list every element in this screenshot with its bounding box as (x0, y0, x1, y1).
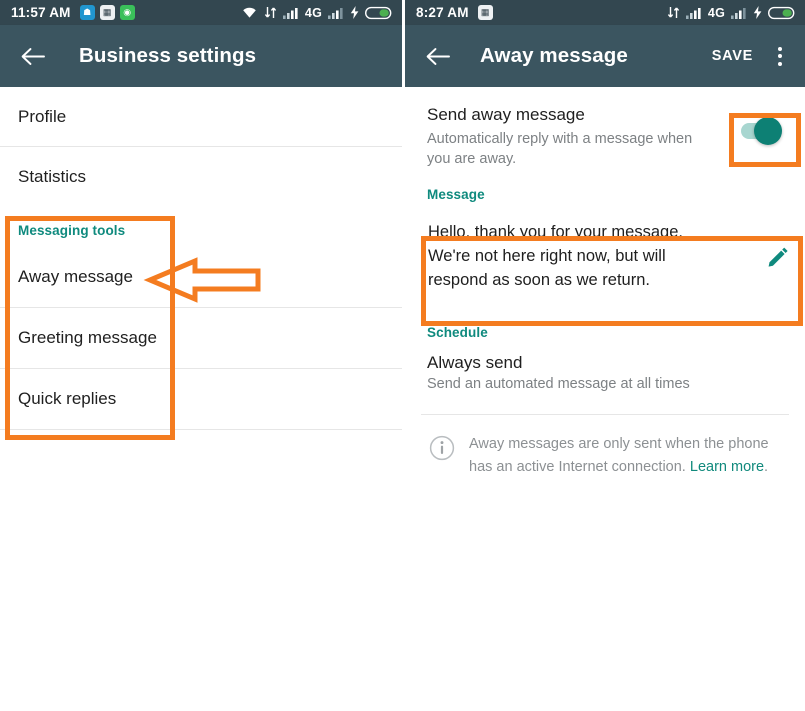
news-icon: ▦ (99, 5, 115, 20)
network-type-label: 4G (304, 5, 322, 20)
toggle-knob (754, 117, 782, 145)
pencil-icon[interactable] (761, 246, 795, 268)
send-away-message-title: Send away message (427, 105, 585, 124)
right-app-bar: Away message SAVE (405, 25, 805, 87)
send-away-message-toggle[interactable] (729, 109, 791, 153)
data-transfer-icon (264, 6, 277, 19)
away-message-body: Hello, thank you for your message. We're… (428, 223, 683, 289)
divider (0, 429, 402, 430)
footer-text-end: . (764, 459, 769, 476)
kebab-menu-icon[interactable] (769, 41, 791, 71)
data-transfer-icon (667, 6, 680, 19)
list-item-label: Profile (18, 106, 67, 126)
wallet-icon: ☗ (79, 5, 95, 20)
footer-note: Away messages are only sent when the pho… (405, 415, 805, 480)
network-type-label: 4G (707, 5, 725, 20)
sidebar-item-quick-replies[interactable]: Quick replies (0, 369, 402, 429)
back-arrow-icon[interactable] (423, 41, 453, 71)
footer-text: Away messages are only sent when the pho… (469, 433, 787, 480)
charging-bolt-icon (350, 6, 359, 19)
back-arrow-icon[interactable] (18, 41, 48, 71)
battery-icon (365, 6, 393, 20)
toggle-track (741, 117, 782, 145)
android-icon: ◉ (119, 5, 135, 20)
section-header-messaging-tools: Messaging tools (18, 223, 126, 238)
section-header-message: Message (427, 187, 485, 202)
status-right-icons: 4G (241, 6, 393, 20)
dual-phone-screenshot: 11:57 AM ☗ ▦ ◉ 4G Business settings Prof… (0, 0, 805, 711)
schedule-title: Always send (427, 352, 523, 372)
left-phone-screen: 11:57 AM ☗ ▦ ◉ 4G Business settings Prof… (0, 0, 402, 711)
away-message-card[interactable]: Hello, thank you for your message. We're… (425, 211, 797, 305)
left-app-bar: Business settings (0, 25, 402, 87)
page-title: Away message (480, 44, 628, 67)
right-status-bar: 8:27 AM ▦ 4G (405, 0, 805, 25)
messaging-tools-group: Messaging tools Away message Greeting me… (0, 207, 402, 430)
status-time: 11:57 AM (11, 5, 71, 20)
schedule-subtitle: Send an automated message at all times (427, 375, 690, 392)
list-item-label: Away message (18, 267, 133, 286)
page-title: Business settings (79, 44, 257, 67)
status-notification-icons: ▦ (477, 5, 493, 20)
away-message-content: Send away message Automatically reply wi… (405, 87, 805, 480)
send-away-message-row[interactable]: Send away message Automatically reply wi… (405, 87, 805, 173)
sidebar-item-away-message[interactable]: Away message (0, 247, 402, 307)
right-phone-screen: 8:27 AM ▦ 4G Away message SAVE Send away… (405, 0, 805, 711)
charging-bolt-icon (753, 6, 762, 19)
schedule-always-send-row[interactable]: Always send Send an automated message at… (405, 349, 805, 392)
send-away-message-subtitle: Automatically reply with a message when … (427, 131, 693, 167)
news-icon: ▦ (477, 5, 493, 20)
learn-more-link[interactable]: Learn more (690, 459, 764, 475)
status-time: 8:27 AM (416, 5, 469, 20)
sidebar-item-greeting-message[interactable]: Greeting message (0, 308, 402, 368)
signal-2-icon (328, 7, 344, 19)
list-item-label: Greeting message (18, 328, 157, 347)
section-header-schedule: Schedule (427, 324, 488, 340)
info-icon (429, 435, 455, 466)
signal-1-icon (282, 7, 299, 19)
battery-icon (768, 6, 796, 20)
status-right-icons: 4G (667, 6, 796, 20)
wifi-icon (241, 6, 258, 19)
sidebar-item-statistics[interactable]: Statistics (0, 147, 402, 207)
save-button[interactable]: SAVE (712, 48, 753, 64)
list-item-label: Statistics (18, 167, 87, 186)
signal-2-icon (731, 7, 747, 19)
left-status-bar: 11:57 AM ☗ ▦ ◉ 4G (0, 0, 402, 25)
signal-1-icon (685, 7, 702, 19)
status-notification-icons: ☗ ▦ ◉ (79, 5, 135, 20)
sidebar-item-profile[interactable]: Profile (0, 87, 402, 147)
list-item-label: Quick replies (18, 389, 117, 408)
business-settings-list: Profile Statistics Messaging tools Away … (0, 87, 402, 430)
send-away-message-text: Send away message Automatically reply wi… (427, 105, 729, 169)
